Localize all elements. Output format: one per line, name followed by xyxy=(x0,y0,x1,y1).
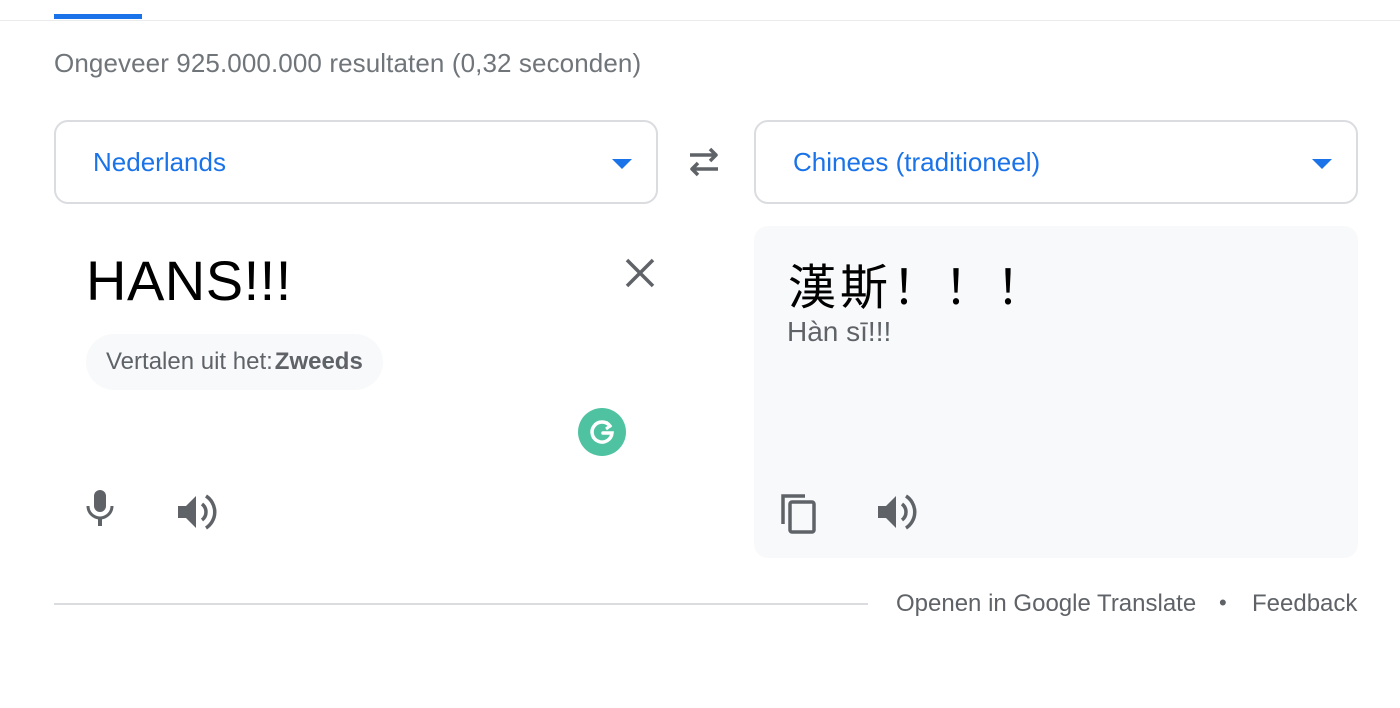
source-listen-button[interactable] xyxy=(172,488,220,536)
grammarly-icon xyxy=(590,420,614,444)
footer-divider xyxy=(54,603,868,605)
grammarly-button[interactable] xyxy=(578,408,626,456)
result-stats: Ongeveer 925.000.000 resultaten (0,32 se… xyxy=(54,48,642,78)
microphone-button[interactable] xyxy=(76,486,124,534)
swap-arrows-icon xyxy=(690,147,718,177)
copy-translation-button[interactable] xyxy=(775,488,823,536)
target-language-select[interactable]: Chinees (traditioneel) xyxy=(754,120,1358,204)
active-tab-indicator xyxy=(54,14,142,19)
target-language-label: Chinees (traditioneel) xyxy=(793,147,1041,177)
speaker-icon xyxy=(178,494,217,530)
copy-icon xyxy=(781,494,816,534)
clear-source-button[interactable] xyxy=(620,253,660,293)
swap-languages-button[interactable] xyxy=(680,140,728,184)
footer-separator: • xyxy=(1219,590,1227,615)
speaker-icon xyxy=(878,494,917,530)
chevron-down-icon xyxy=(612,159,632,169)
feedback-link[interactable]: Feedback xyxy=(1252,590,1357,618)
close-icon xyxy=(625,258,655,288)
source-language-label: Nederlands xyxy=(93,147,226,177)
source-language-select[interactable]: Nederlands xyxy=(54,120,658,204)
open-in-google-translate-link[interactable]: Openen in Google Translate xyxy=(896,590,1196,618)
target-listen-button[interactable] xyxy=(872,488,920,536)
detected-language-prefix: Vertalen uit het: xyxy=(106,348,273,375)
tab-bar xyxy=(0,0,1400,21)
detected-language-chip[interactable]: Vertalen uit het: Zweeds xyxy=(86,334,383,390)
detected-language-name: Zweeds xyxy=(274,348,363,375)
chevron-down-icon xyxy=(1312,159,1332,169)
romanization-text: Hàn sī!!! xyxy=(787,316,892,347)
microphone-icon xyxy=(86,490,114,526)
source-text-input[interactable]: HANS!!! xyxy=(86,248,292,313)
translated-text: 漢斯！！！ xyxy=(788,260,1049,316)
